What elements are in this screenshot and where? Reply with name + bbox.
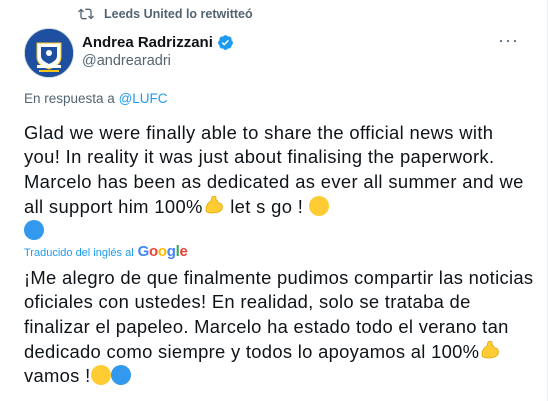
- google-logo: Google: [137, 243, 188, 260]
- verified-badge-icon: [217, 35, 233, 50]
- leeds-crest-icon: [25, 29, 73, 77]
- blue-circle-icon: [24, 220, 44, 241]
- retweet-icon: [78, 8, 94, 20]
- translation-label[interactable]: Traducido del inglés al: [24, 247, 134, 259]
- yellow-circle-icon: [308, 195, 329, 216]
- author-handle[interactable]: @andrearadri: [82, 53, 234, 69]
- flexed-biceps-icon: [481, 340, 500, 359]
- reply-prefix: En respuesta a: [24, 91, 115, 106]
- translated-body: ¡Me alegro de que finalmente pudimos com…: [24, 267, 534, 362]
- flexed-biceps-icon: [205, 195, 223, 214]
- tweet-card[interactable]: Leeds United lo retwitteó Andrea Radrizz…: [0, 0, 548, 401]
- reply-mention-link[interactable]: @LUFC: [119, 91, 168, 106]
- retweet-label: Leeds United lo retwitteó: [104, 7, 253, 21]
- blue-circle-icon: [110, 365, 131, 386]
- avatar[interactable]: [24, 28, 74, 78]
- translation-attribution: Traducido del inglés al Google: [24, 243, 188, 260]
- retweet-context[interactable]: Leeds United lo retwitteó: [78, 6, 253, 22]
- author-name[interactable]: Andrea Radrizzani: [82, 34, 213, 51]
- yellow-circle-icon: [90, 365, 111, 386]
- tweet-text: Glad we were finally able to share the o…: [24, 121, 534, 243]
- tweet-tail: let s go !: [224, 195, 309, 217]
- translated-tail: vamos !: [24, 365, 91, 387]
- translated-text: ¡Me alegro de que finalmente pudimos com…: [24, 266, 534, 388]
- more-options-button[interactable]: ···: [498, 30, 519, 51]
- reply-context: En respuesta a @LUFC: [24, 91, 168, 106]
